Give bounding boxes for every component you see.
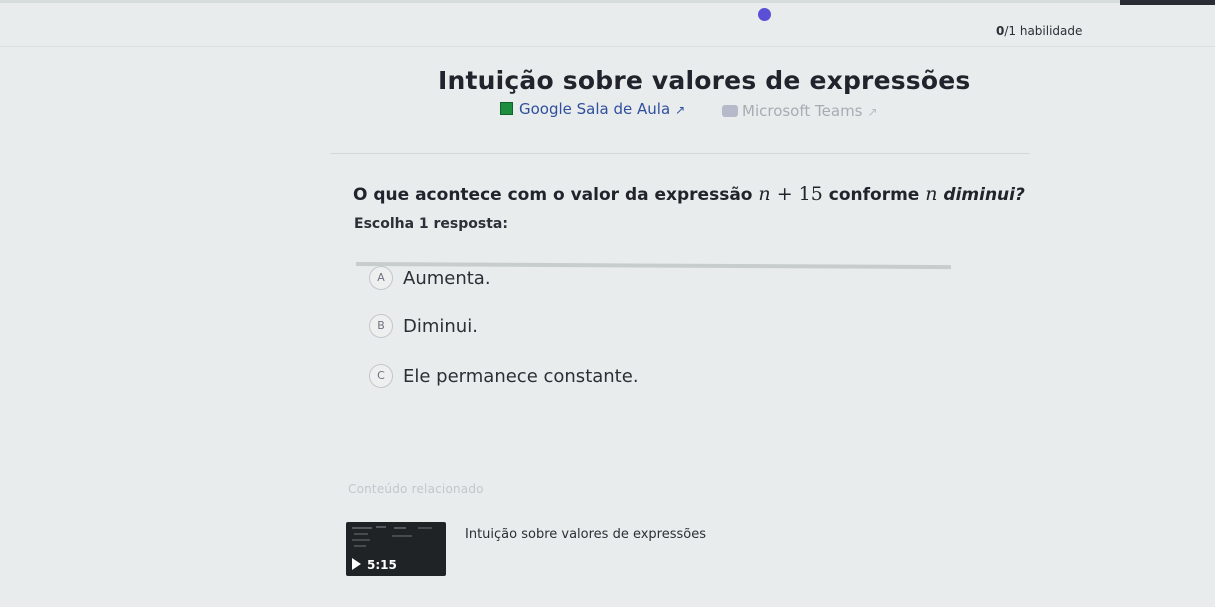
progress-dot [758, 8, 771, 21]
top-progress-bar [1120, 0, 1215, 5]
related-content-heading: Conteúdo relacionado [348, 482, 484, 496]
skill-count-total: /1 habilidade [1004, 24, 1083, 38]
video-title-link[interactable]: Intuição sobre valores de expressões [465, 527, 706, 542]
choice-label: Ele permanece constante. [403, 365, 639, 387]
header-divider [0, 46, 1215, 47]
exercise-title: Intuição sobre valores de expressões [438, 66, 971, 95]
choice-label: Aumenta. [403, 267, 491, 289]
microsoft-teams-icon [722, 105, 738, 117]
math-variable: n [925, 183, 938, 205]
external-link-icon: ↗ [867, 105, 878, 119]
microsoft-teams-label: Microsoft Teams [742, 102, 863, 120]
question-middle: conforme [828, 185, 920, 205]
top-progress-track [0, 0, 1215, 3]
skill-counter: 0/1 habilidade [996, 24, 1082, 38]
external-link-icon: ↗ [675, 103, 686, 117]
choice-letter: A [369, 266, 393, 290]
google-classroom-link[interactable]: Google Sala de Aula ↗ [500, 100, 685, 118]
question-suffix: diminui? [943, 185, 1025, 205]
choice-c[interactable]: C Ele permanece constante. [369, 364, 639, 390]
question-prefix: O que acontece com o valor da expressão [353, 185, 753, 205]
choice-letter: C [369, 364, 393, 388]
exercise-page: 0/1 habilidade Intuição sobre valores de… [0, 0, 1215, 607]
video-duration: 5:15 [352, 558, 397, 572]
answer-instruction: Escolha 1 resposta: [354, 216, 508, 232]
question-text: O que acontece com o valor da expressão … [353, 183, 1025, 205]
question-divider [330, 153, 1030, 154]
google-classroom-label: Google Sala de Aula [519, 100, 671, 118]
video-thumbnail[interactable]: 5:15 [346, 522, 446, 576]
google-classroom-icon [500, 102, 513, 115]
choice-label: Diminui. [403, 315, 478, 337]
choice-letter: B [369, 314, 393, 338]
microsoft-teams-link[interactable]: Microsoft Teams ↗ [722, 102, 878, 120]
choice-b[interactable]: B Diminui. [369, 314, 478, 340]
play-icon [352, 558, 361, 570]
math-expression: n + 15 [758, 183, 823, 205]
choice-a[interactable]: A Aumenta. [369, 266, 491, 292]
